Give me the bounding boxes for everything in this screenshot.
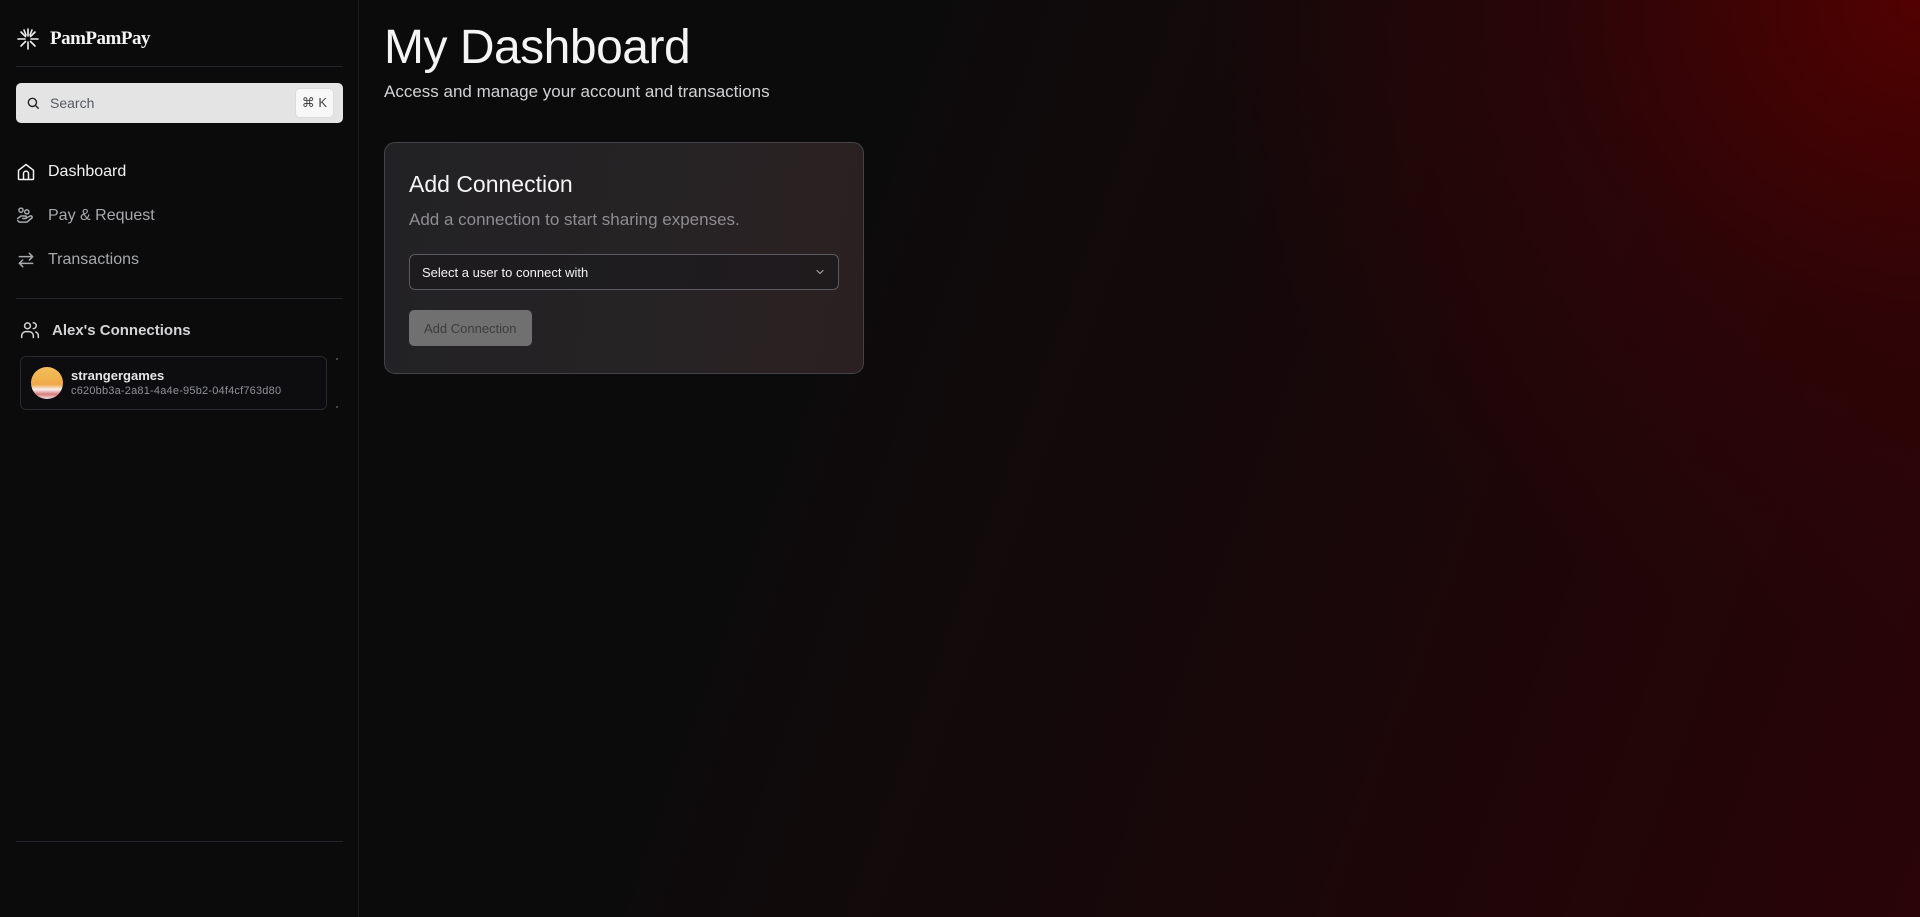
scrollbar[interactable]	[336, 356, 338, 410]
sidebar-nav: Dashboard Pay & Request Transactions	[16, 150, 343, 282]
sidebar-item-transactions[interactable]: Transactions	[16, 238, 343, 282]
connection-info: strangergames c620bb3a-2a81-4a4e-95b2-04…	[71, 368, 281, 399]
connections-title: Alex's Connections	[52, 321, 191, 339]
divider	[16, 841, 343, 842]
brand-name: PamPamPay	[50, 28, 150, 49]
connection-username: strangergames	[71, 367, 165, 383]
search-shortcut-badge: ⌘ K	[295, 89, 333, 117]
sidebar-item-pay-request[interactable]: Pay & Request	[16, 194, 343, 238]
users-icon	[20, 322, 40, 339]
sidebar-item-label: Pay & Request	[48, 207, 155, 224]
page-title: My Dashboard	[384, 21, 691, 74]
user-select-placeholder: Select a user to connect with	[422, 264, 589, 280]
search-box[interactable]: ⌘ K	[16, 83, 343, 123]
sidebar: PamPamPay ⌘ K Dashboard Pay & Request	[0, 0, 359, 917]
arrows-left-right-icon	[18, 252, 34, 268]
avatar	[31, 367, 63, 399]
chevron-down-icon	[816, 269, 824, 275]
connections-header: Alex's Connections	[20, 320, 191, 340]
page-subtitle: Access and manage your account and trans…	[384, 82, 770, 101]
add-connection-card: Add Connection Add a connection to start…	[384, 142, 864, 374]
brand-logo[interactable]: PamPamPay	[16, 26, 150, 52]
sidebar-item-dashboard[interactable]: Dashboard	[16, 150, 343, 194]
main-content: My Dashboard Access and manage your acco…	[360, 0, 1920, 917]
sidebar-item-label: Transactions	[48, 251, 139, 268]
search-input[interactable]	[50, 95, 296, 111]
user-select[interactable]: Select a user to connect with	[409, 254, 839, 290]
home-icon	[17, 163, 35, 181]
sparkle-logo-icon	[17, 28, 39, 50]
connection-item[interactable]: strangergames c620bb3a-2a81-4a4e-95b2-04…	[20, 356, 327, 410]
divider	[16, 298, 343, 299]
card-title: Add Connection	[409, 171, 573, 197]
hand-coins-icon	[16, 207, 33, 223]
divider	[16, 66, 343, 67]
card-description: Add a connection to start sharing expens…	[409, 210, 740, 229]
sidebar-item-label: Dashboard	[48, 163, 127, 180]
search-icon	[27, 97, 39, 109]
add-connection-button[interactable]: Add Connection	[409, 310, 532, 346]
connection-id: c620bb3a-2a81-4a4e-95b2-04f4cf763d80	[71, 384, 282, 397]
